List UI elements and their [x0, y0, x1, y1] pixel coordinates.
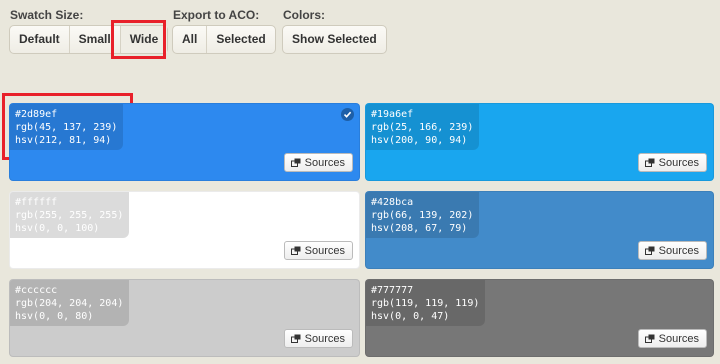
- color-swatch[interactable]: #428bca rgb(66, 139, 202) hsv(208, 67, 7…: [365, 191, 714, 269]
- swatch-info: #2d89ef rgb(45, 137, 239) hsv(212, 81, 9…: [10, 104, 124, 150]
- export-aco-group: All Selected: [172, 25, 276, 54]
- colors-group: Show Selected: [282, 25, 387, 54]
- swatch-hsv: hsv(208, 67, 79): [371, 223, 468, 234]
- sources-label: Sources: [304, 332, 345, 345]
- export-selected-button[interactable]: Selected: [207, 26, 274, 53]
- sources-button[interactable]: Sources: [283, 329, 353, 348]
- swatch-hex: #cccccc: [15, 285, 58, 296]
- sources-label: Sources: [658, 156, 699, 169]
- swatch-hex: #2d89ef: [15, 109, 58, 120]
- swatch-size-label: Swatch Size:: [10, 8, 84, 22]
- swatch-info: #19a6ef rgb(25, 166, 239) hsv(200, 90, 9…: [366, 104, 480, 150]
- swatch-hex: #428bca: [371, 197, 414, 208]
- sources-label: Sources: [304, 244, 345, 257]
- swatch-rgb: rgb(45, 137, 239): [15, 122, 118, 133]
- sources-button[interactable]: Sources: [637, 241, 707, 260]
- sources-label: Sources: [658, 332, 699, 345]
- swatch-hsv: hsv(0, 0, 100): [15, 223, 100, 234]
- swatch-hex: #777777: [371, 285, 414, 296]
- external-link-icon: [290, 334, 301, 343]
- swatch-info: #428bca rgb(66, 139, 202) hsv(208, 67, 7…: [366, 192, 480, 238]
- sources-button[interactable]: Sources: [283, 153, 353, 172]
- color-swatch[interactable]: #777777 rgb(119, 119, 119) hsv(0, 0, 47)…: [365, 279, 714, 357]
- export-all-button[interactable]: All: [173, 26, 208, 53]
- external-link-icon: [644, 158, 655, 167]
- toolbar: Swatch Size: Default Small Wide Export t…: [0, 0, 720, 70]
- swatch-hsv: hsv(0, 0, 80): [15, 311, 94, 322]
- external-link-icon: [644, 334, 655, 343]
- swatch-rgb: rgb(25, 166, 239): [371, 122, 474, 133]
- external-link-icon: [290, 158, 301, 167]
- external-link-icon: [290, 246, 301, 255]
- external-link-icon: [644, 246, 655, 255]
- sources-label: Sources: [658, 244, 699, 257]
- color-swatch[interactable]: #2d89ef rgb(45, 137, 239) hsv(212, 81, 9…: [9, 103, 360, 181]
- check-icon[interactable]: [341, 108, 354, 121]
- swatch-hsv: hsv(212, 81, 94): [15, 135, 112, 146]
- colors-label: Colors:: [283, 8, 325, 22]
- swatch-rgb: rgb(255, 255, 255): [15, 210, 124, 221]
- swatch-info: #ffffff rgb(255, 255, 255) hsv(0, 0, 100…: [10, 192, 130, 238]
- swatch-hsv: hsv(200, 90, 94): [371, 135, 468, 146]
- color-swatch[interactable]: #ffffff rgb(255, 255, 255) hsv(0, 0, 100…: [9, 191, 360, 269]
- swatch-rgb: rgb(119, 119, 119): [371, 298, 480, 309]
- swatch-hex: #19a6ef: [371, 109, 414, 120]
- sources-button[interactable]: Sources: [637, 153, 707, 172]
- swatch-info: #777777 rgb(119, 119, 119) hsv(0, 0, 47): [366, 280, 486, 326]
- export-aco-label: Export to ACO:: [173, 8, 260, 22]
- swatch-size-small-button[interactable]: Small: [70, 26, 121, 53]
- swatch-size-group: Default Small Wide: [9, 25, 169, 54]
- swatch-info: #cccccc rgb(204, 204, 204) hsv(0, 0, 80): [10, 280, 130, 326]
- show-selected-button[interactable]: Show Selected: [283, 26, 386, 53]
- color-swatch[interactable]: #cccccc rgb(204, 204, 204) hsv(0, 0, 80)…: [9, 279, 360, 357]
- color-swatch[interactable]: #19a6ef rgb(25, 166, 239) hsv(200, 90, 9…: [365, 103, 714, 181]
- swatch-rgb: rgb(66, 139, 202): [371, 210, 474, 221]
- swatch-size-wide-button[interactable]: Wide: [120, 26, 168, 53]
- sources-button[interactable]: Sources: [283, 241, 353, 260]
- swatch-rgb: rgb(204, 204, 204): [15, 298, 124, 309]
- swatch-hsv: hsv(0, 0, 47): [371, 311, 450, 322]
- sources-button[interactable]: Sources: [637, 329, 707, 348]
- sources-label: Sources: [304, 156, 345, 169]
- swatch-size-default-button[interactable]: Default: [10, 26, 70, 53]
- swatch-hex: #ffffff: [15, 197, 58, 208]
